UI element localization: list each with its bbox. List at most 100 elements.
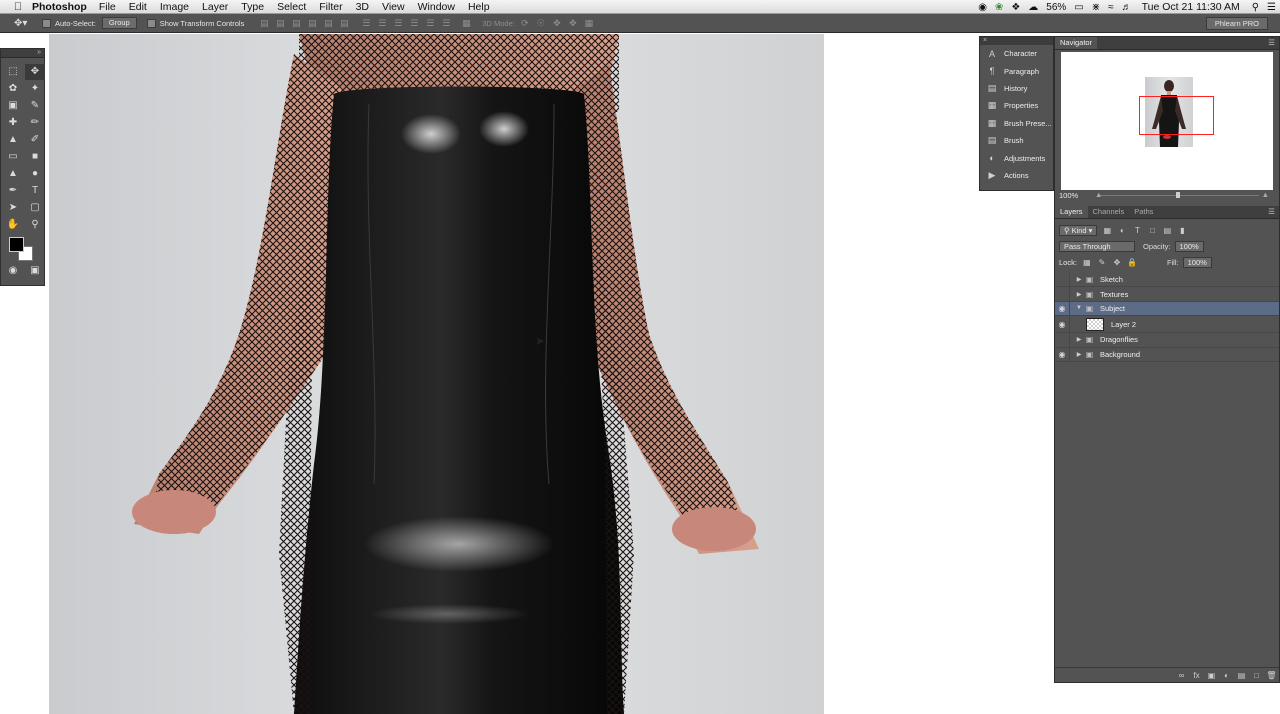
blur-tool-icon[interactable]: ▲ bbox=[3, 166, 23, 182]
navigator-zoom-value[interactable]: 100% bbox=[1059, 191, 1078, 200]
foreground-color-swatch[interactable] bbox=[9, 237, 24, 252]
layer-row-textures[interactable]: ◉ ▶ ▣ Textures bbox=[1055, 287, 1279, 302]
filter-pixel-icon[interactable]: ▦ bbox=[1102, 226, 1112, 235]
type-tool-icon[interactable]: T bbox=[25, 183, 45, 199]
align-hcenter-icon[interactable]: ▤ bbox=[322, 18, 334, 29]
cloud-icon[interactable]: ☁ bbox=[1028, 2, 1038, 13]
visibility-toggle[interactable]: ◉ bbox=[1055, 273, 1070, 287]
lock-position-icon[interactable]: ✥ bbox=[1112, 258, 1122, 267]
3d-rotate-icon[interactable]: ⟳ bbox=[519, 18, 531, 29]
distribute-bottom-icon[interactable]: ☰ bbox=[392, 18, 404, 29]
zoom-in-icon[interactable]: ▲ bbox=[1262, 190, 1269, 199]
menubar-clock[interactable]: Tue Oct 21 11:30 AM bbox=[1142, 1, 1240, 13]
magic-wand-tool-icon[interactable]: ✦ bbox=[25, 81, 45, 97]
menu-edit[interactable]: Edit bbox=[129, 1, 147, 13]
expand-arrow-icon[interactable]: ▶ bbox=[1074, 336, 1084, 343]
menu-3d[interactable]: 3D bbox=[356, 1, 369, 13]
history-brush-tool-icon[interactable]: ✐ bbox=[25, 132, 45, 148]
3d-slide-icon[interactable]: ✥ bbox=[567, 18, 579, 29]
align-left-icon[interactable]: ▤ bbox=[306, 18, 318, 29]
collapse-arrow-icon[interactable]: ▼ bbox=[1074, 305, 1084, 311]
menu-type[interactable]: Type bbox=[241, 1, 264, 13]
eye-icon[interactable]: ◉ bbox=[1055, 347, 1070, 361]
panel-character[interactable]: A Character bbox=[980, 45, 1053, 62]
path-selection-tool-icon[interactable]: ➤ bbox=[3, 200, 23, 216]
lasso-tool-icon[interactable]: ✿ bbox=[3, 81, 23, 97]
distribute-hcenter-icon[interactable]: ☰ bbox=[424, 18, 436, 29]
expand-arrow-icon[interactable]: ▶ bbox=[1074, 351, 1084, 358]
blend-mode-dropdown[interactable]: Pass Through bbox=[1059, 240, 1135, 252]
tab-navigator[interactable]: Navigator bbox=[1055, 37, 1098, 49]
align-top-icon[interactable]: ▤ bbox=[258, 18, 270, 29]
3d-scale-icon[interactable]: ▦ bbox=[583, 18, 595, 29]
panel-adjustments[interactable]: ◐ Adjustments bbox=[980, 149, 1053, 166]
layer-filter-kind[interactable]: ⚲ Kind ▾ bbox=[1059, 224, 1098, 236]
filter-smart-object-icon[interactable]: ▤ bbox=[1162, 226, 1172, 235]
menu-image[interactable]: Image bbox=[160, 1, 189, 13]
new-layer-icon[interactable]: □ bbox=[1249, 671, 1264, 680]
distribute-right-icon[interactable]: ☰ bbox=[440, 18, 452, 29]
pen-tool-icon[interactable]: ✒ bbox=[3, 183, 23, 199]
bluetooth-icon[interactable]: ⋇ bbox=[1092, 2, 1100, 13]
distribute-left-icon[interactable]: ☰ bbox=[408, 18, 420, 29]
delete-layer-icon[interactable]: 🗑 bbox=[1264, 671, 1279, 680]
shape-tool-icon[interactable]: ▢ bbox=[25, 200, 45, 216]
wifi-icon[interactable]: ≈ bbox=[1108, 2, 1114, 13]
move-tool-preset-icon[interactable]: ✥▾ bbox=[14, 18, 32, 29]
brush-tool-icon[interactable]: ✏ bbox=[25, 115, 45, 131]
navigator-zoom-knob[interactable] bbox=[1176, 192, 1180, 198]
filter-shape-icon[interactable]: □ bbox=[1147, 226, 1157, 235]
filter-type-icon[interactable]: T bbox=[1132, 226, 1142, 235]
panel-brush[interactable]: ▤ Brush bbox=[980, 132, 1053, 149]
hand-tool-icon[interactable]: ✋ bbox=[3, 217, 23, 233]
align-vcenter-icon[interactable]: ▤ bbox=[274, 18, 286, 29]
auto-align-icon[interactable]: ▦ bbox=[460, 18, 472, 29]
expand-arrow-icon[interactable]: ▶ bbox=[1074, 276, 1084, 283]
menu-select[interactable]: Select bbox=[277, 1, 306, 13]
lock-transparency-icon[interactable]: ▦ bbox=[1082, 258, 1092, 267]
layer-row-sketch[interactable]: ◉ ▶ ▣ Sketch bbox=[1055, 273, 1279, 288]
screen-mode-icon[interactable]: ▣ bbox=[25, 263, 45, 279]
visibility-toggle[interactable]: ◉ bbox=[1055, 333, 1070, 347]
battery-icon[interactable]: ▭ bbox=[1074, 2, 1083, 13]
panel-properties[interactable]: ▦ Properties bbox=[980, 97, 1053, 114]
layer-row-subject[interactable]: ◉ ▼ ▣ Subject bbox=[1055, 301, 1279, 317]
battery-percent[interactable]: 56% bbox=[1046, 2, 1066, 13]
leaf-icon[interactable]: ❀ bbox=[995, 2, 1003, 13]
menu-file[interactable]: File bbox=[99, 1, 116, 13]
eyedropper-tool-icon[interactable]: ✎ bbox=[25, 98, 45, 114]
panel-paragraph[interactable]: ¶ Paragraph bbox=[980, 62, 1053, 79]
tab-channels[interactable]: Channels bbox=[1088, 206, 1130, 218]
lock-pixels-icon[interactable]: ✎ bbox=[1097, 258, 1107, 267]
eye-icon[interactable]: ◉ bbox=[1055, 301, 1070, 316]
document-canvas[interactable]: ➤ bbox=[49, 34, 824, 714]
tab-layers[interactable]: Layers bbox=[1055, 206, 1088, 218]
menu-layer[interactable]: Layer bbox=[202, 1, 228, 13]
workspace-switcher[interactable]: Phlearn PRO bbox=[1205, 17, 1268, 30]
notification-list-icon[interactable]: ☰ bbox=[1267, 2, 1276, 13]
navigator-view-box[interactable] bbox=[1139, 96, 1214, 135]
align-bottom-icon[interactable]: ▤ bbox=[290, 18, 302, 29]
eraser-tool-icon[interactable]: ▭ bbox=[3, 149, 23, 165]
dropbox-icon[interactable]: ❖ bbox=[1011, 2, 1020, 13]
quick-mask-icon[interactable]: ◉ bbox=[3, 263, 23, 279]
menu-help[interactable]: Help bbox=[468, 1, 490, 13]
collapsed-panels-grip[interactable]: × bbox=[980, 37, 1053, 45]
layer-row-layer-2[interactable]: ◉ Layer 2 bbox=[1055, 316, 1279, 334]
3d-pan-icon[interactable]: ✥ bbox=[551, 18, 563, 29]
move-tool-icon[interactable]: ✥ bbox=[25, 64, 45, 80]
distribute-vcenter-icon[interactable]: ☰ bbox=[376, 18, 388, 29]
layers-menu-icon[interactable]: ☰ bbox=[1268, 206, 1275, 218]
menu-filter[interactable]: Filter bbox=[319, 1, 342, 13]
dodge-tool-icon[interactable]: ● bbox=[25, 166, 45, 182]
volume-icon[interactable]: ♬ bbox=[1122, 2, 1132, 13]
distribute-top-icon[interactable]: ☰ bbox=[360, 18, 372, 29]
panel-actions[interactable]: ▶ Actions bbox=[980, 167, 1053, 184]
crop-tool-icon[interactable]: ▣ bbox=[3, 98, 23, 114]
healing-brush-tool-icon[interactable]: ✚ bbox=[3, 115, 23, 131]
visibility-toggle[interactable]: ◉ bbox=[1055, 287, 1070, 301]
eye-icon[interactable]: ◉ bbox=[1055, 316, 1070, 333]
lock-all-icon[interactable]: 🔒 bbox=[1127, 258, 1137, 267]
filter-toggle-icon[interactable]: ▮ bbox=[1177, 226, 1187, 235]
spotlight-icon[interactable]: ⚲ bbox=[1252, 2, 1259, 13]
